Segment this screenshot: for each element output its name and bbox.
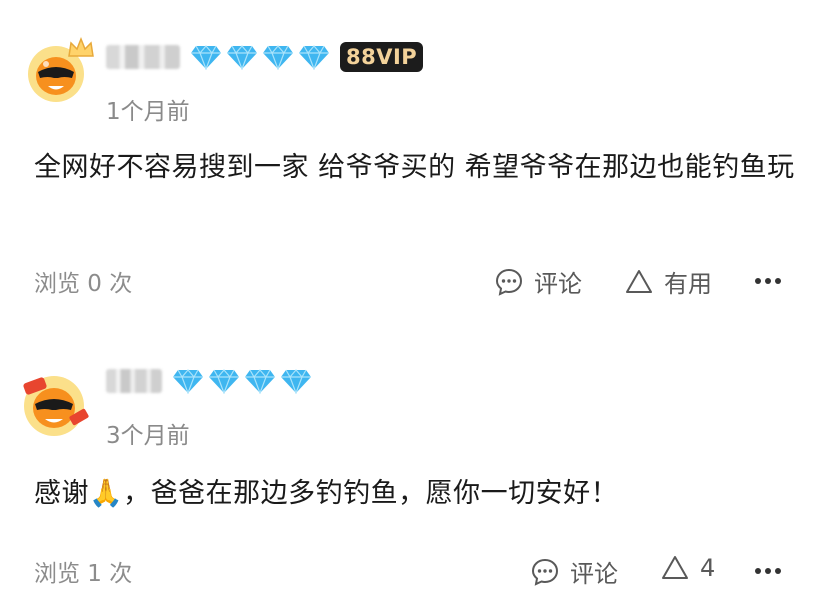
comment-content: 感谢🙏，爸爸在那边多钓钓鱼，愿你一切安好！ [34,478,619,509]
crown-icon [68,36,94,57]
comment-label: 评论 [534,270,582,298]
vip-badge: 88VIP [340,42,424,72]
review-card: 3个月前 感谢🙏，爸爸在那边多钓钓鱼，愿你一切安好！ 浏览 1 次 评论 4 [0,330,828,613]
comment-icon [495,268,523,296]
more-dots-icon[interactable] [752,275,784,287]
avatar[interactable] [18,368,90,440]
diamond-icon [299,45,329,70]
comment-button[interactable]: 评论 [494,264,582,299]
triangle-up-icon [662,556,688,579]
useful-button[interactable]: 4 [660,554,715,582]
diamond-icon [263,45,293,70]
triangle-up-icon [626,269,652,293]
level-diamonds [190,44,330,70]
diamond-icon [281,369,311,394]
username[interactable] [106,45,180,69]
view-count: 浏览 1 次 [34,561,133,587]
comment-content: 全网好不容易搜到一家 给爷爷买的 希望爷爷在那边也能钓鱼玩 [34,152,795,183]
comment-icon [531,558,559,586]
comment-button[interactable]: 评论 [530,554,618,589]
more-dots-icon[interactable] [752,565,784,577]
useful-label: 有用 [664,270,712,298]
diamond-icon [209,369,239,394]
diamond-icon [227,45,257,70]
comment-time: 3个月前 [106,423,190,449]
useful-count: 4 [700,554,716,582]
comment-label: 评论 [570,560,618,588]
review-card: 88VIP 1个月前 全网好不容易搜到一家 给爷爷买的 希望爷爷在那边也能钓鱼玩… [0,0,828,320]
username[interactable] [106,369,162,393]
comment-time: 1个月前 [106,99,190,125]
diamond-icon [173,369,203,394]
level-diamonds [172,368,312,394]
useful-button[interactable]: 有用 [624,264,712,299]
diamond-icon [191,45,221,70]
view-count: 浏览 0 次 [34,271,133,297]
diamond-icon [245,369,275,394]
